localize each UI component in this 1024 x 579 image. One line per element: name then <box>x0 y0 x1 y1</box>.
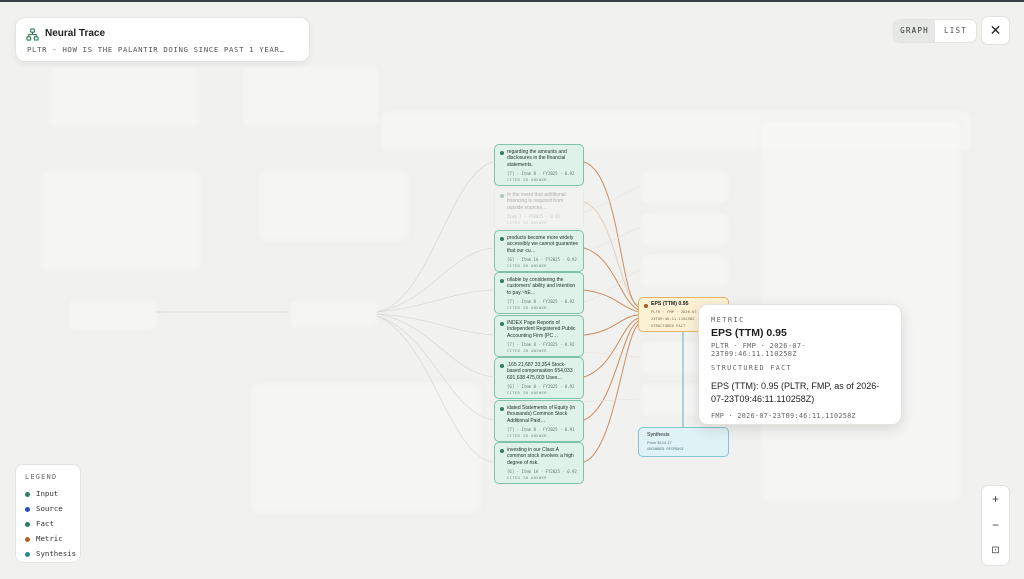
legend-label: Fact <box>36 519 54 528</box>
fact-node-meta: [7] · Item 8 · FY2025 · 0.92 <box>507 299 575 304</box>
tooltip-kind: METRIC <box>711 316 745 324</box>
fact-node-tag: CITED IN ANSWER <box>507 306 547 310</box>
fact-node-text: idated Statements of Equity (in thousand… <box>507 405 576 424</box>
fact-node-tag: CITED IN ANSWER <box>507 476 547 480</box>
fact-node-meta: Item 7 · FY2025 · 0.91 <box>507 214 560 219</box>
legend-swatch <box>25 506 30 512</box>
synthesis-node[interactable]: Synthesis Price $124.37 GROUNDED RESPONS… <box>638 427 729 457</box>
legend-item-synthesis: Synthesis <box>25 546 80 561</box>
fact-dot <box>500 237 504 241</box>
fact-node[interactable]: INDEX Page Reports of Independent Regist… <box>494 315 584 357</box>
fact-node-tag: CITED IN ANSWER <box>507 349 547 353</box>
zoom-out-button[interactable]: − <box>982 512 1009 538</box>
query-text: PLTR - HOW IS THE PALANTIR DOING SINCE P… <box>27 45 285 54</box>
legend-item-fact: Fact <box>25 516 80 531</box>
fact-node[interactable]: investing in our Class A common stock in… <box>494 442 584 484</box>
fact-node-meta: [6] · Item 1A · FY2025 · 0.92 <box>507 257 577 262</box>
fact-node-tag: CITED IN ANSWER <box>507 221 547 225</box>
fact-node-text: regarding the amounts and disclosures in… <box>507 149 567 168</box>
network-icon <box>26 28 39 41</box>
fact-node-meta: [7] · Item 8 · FY2025 · 0.92 <box>507 342 575 347</box>
fact-node-meta: [6] · Item 8 · FY2025 · 0.92 <box>507 384 575 389</box>
legend-title: LEGEND <box>25 473 58 481</box>
fact-node-meta: [7] · Item 8 · FY2025 · 0.91 <box>507 427 575 432</box>
close-icon: ✕ <box>989 22 1002 38</box>
app-name: Neural Trace <box>45 28 106 39</box>
zoom-controls: + − ⊡ <box>981 485 1010 566</box>
synthesis-node-title: Synthesis <box>647 432 670 438</box>
fact-node[interactable]: regarding the amounts and disclosures in… <box>494 144 584 186</box>
legend-panel: LEGEND Input Source Fact Metric Synthesis <box>15 464 81 563</box>
fact-node-text: In the event that additional financing i… <box>507 192 566 211</box>
tooltip-footer: FMP · 2026-07-23T09:46:11.110258Z <box>711 412 856 420</box>
legend-label: Synthesis <box>36 549 77 558</box>
fact-node[interactable]: idated Statements of Equity (in thousand… <box>494 400 584 442</box>
tooltip-subtitle: PLTR · FMP · 2026-07-23T09:46:11.110258Z <box>711 342 806 358</box>
fact-dot <box>500 279 504 283</box>
fact-node[interactable]: products become more widely accessibly w… <box>494 230 584 272</box>
fact-node-meta: [7] · Item 8 · FY2025 · 0.92 <box>507 171 575 176</box>
fact-node-tag: CITED IN ANSWER <box>507 434 547 438</box>
fact-node-text: INDEX Page Reports of Independent Regist… <box>507 320 576 339</box>
fact-dot <box>500 194 504 198</box>
legend-label: Input <box>36 489 59 498</box>
fact-node-meta: [6] · Item 1A · FY2025 · 0.92 <box>507 469 577 474</box>
legend-item-input: Input <box>25 486 80 501</box>
close-button[interactable]: ✕ <box>981 16 1010 45</box>
legend-item-source: Source <box>25 501 80 516</box>
node-detail-tooltip: METRIC EPS (TTM) 0.95 PLTR · FMP · 2026-… <box>698 304 902 425</box>
tab-list[interactable]: LIST <box>935 20 976 42</box>
fact-node[interactable]: In the event that additional financing i… <box>494 187 584 229</box>
synthesis-node-meta: Price $124.37 <box>647 440 672 445</box>
fact-node-tag: CITED IN ANSWER <box>507 391 547 395</box>
fact-dot <box>500 364 504 368</box>
tab-graph[interactable]: GRAPH <box>894 20 935 42</box>
synthesis-node-tag: GROUNDED RESPONSE <box>647 447 684 451</box>
fact-node-text: ,165 21,687 33,354 Stock-based compensat… <box>507 362 573 381</box>
metric-dot <box>644 304 648 308</box>
fact-dot <box>500 407 504 411</box>
fact-node[interactable]: ,165 21,687 33,354 Stock-based compensat… <box>494 357 584 399</box>
zoom-in-button[interactable]: + <box>982 486 1009 512</box>
fact-dot <box>500 449 504 453</box>
graph-canvas[interactable]: regarding the amounts and disclosures in… <box>0 2 1024 579</box>
fact-node[interactable]: ollable by considering the customers' ab… <box>494 272 584 314</box>
fact-node-tag: CITED IN ANSWER <box>507 178 547 182</box>
view-toggle: GRAPH LIST <box>893 19 977 43</box>
legend-label: Metric <box>36 534 63 543</box>
legend-swatch <box>25 521 30 527</box>
legend-swatch <box>25 551 30 557</box>
fact-dot <box>500 151 504 155</box>
fact-node-text: products become more widely accessibly w… <box>507 235 579 254</box>
tooltip-fact-type: STRUCTURED FACT <box>711 364 792 372</box>
trace-title-card: Neural Trace PLTR - HOW IS THE PALANTIR … <box>15 17 310 62</box>
legend-item-metric: Metric <box>25 531 80 546</box>
tooltip-title: EPS (TTM) 0.95 <box>711 327 787 339</box>
fact-node-text: investing in our Class A common stock in… <box>507 447 574 466</box>
legend-swatch <box>25 491 30 497</box>
fact-node-tag: CITED IN ANSWER <box>507 264 547 268</box>
legend-swatch <box>25 536 30 542</box>
fit-view-button[interactable]: ⊡ <box>982 538 1009 564</box>
legend-label: Source <box>36 504 63 513</box>
tooltip-body: EPS (TTM): 0.95 (PLTR, FMP, as of 2026-0… <box>711 381 880 404</box>
fact-dot <box>500 322 504 326</box>
fact-node-text: ollable by considering the customers' ab… <box>507 277 576 296</box>
